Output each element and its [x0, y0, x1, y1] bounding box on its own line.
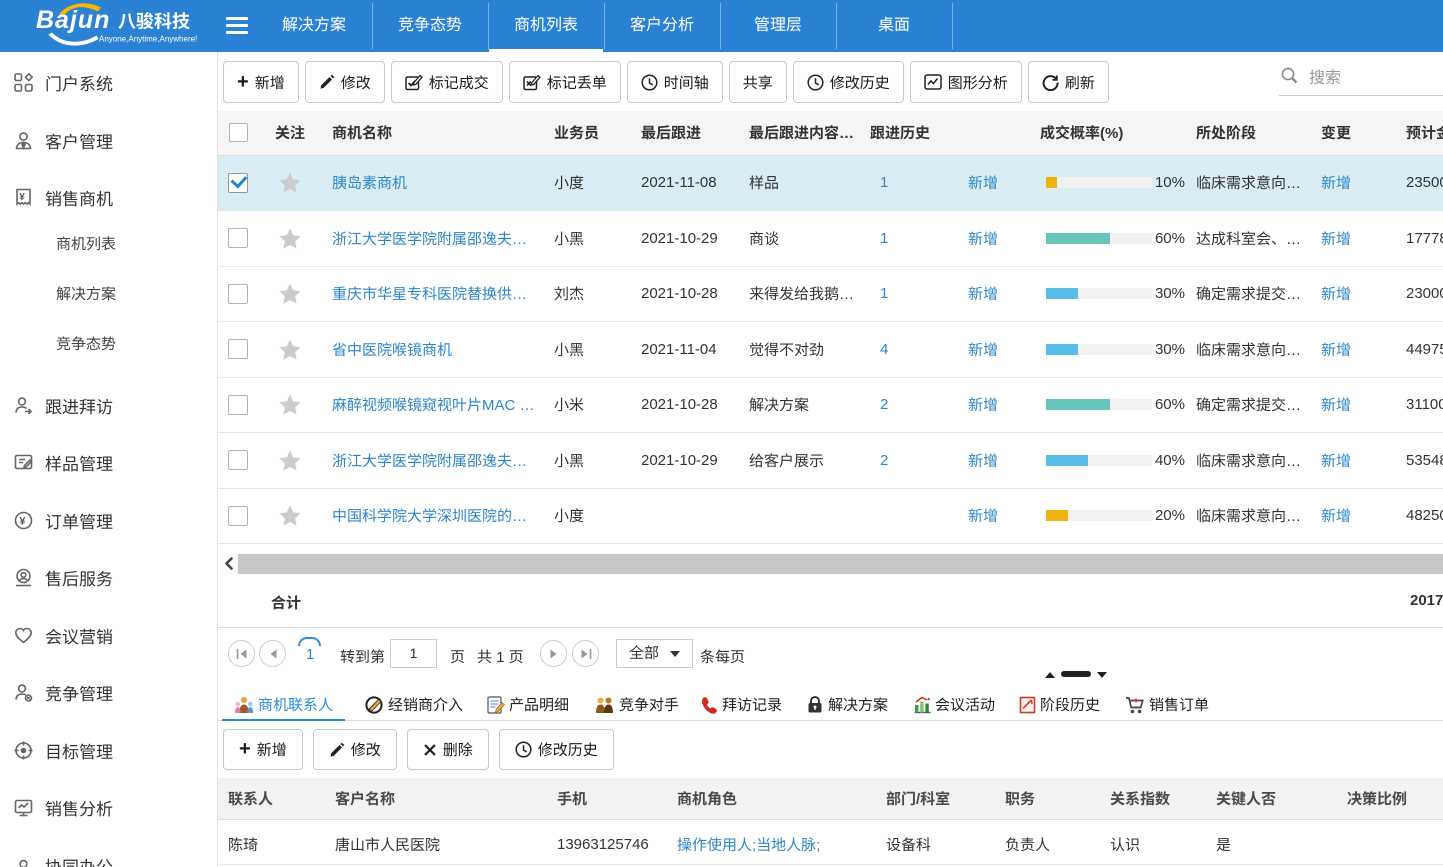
svg-text:¥: ¥ — [19, 515, 26, 527]
svg-text:Bajun: Bajun — [36, 6, 110, 34]
svg-text:Anyone,Anytime,Anywhere!: Anyone,Anytime,Anywhere! — [99, 35, 197, 44]
svg-text:八骏科技: 八骏科技 — [118, 8, 190, 34]
svg-text:¥: ¥ — [19, 192, 25, 203]
